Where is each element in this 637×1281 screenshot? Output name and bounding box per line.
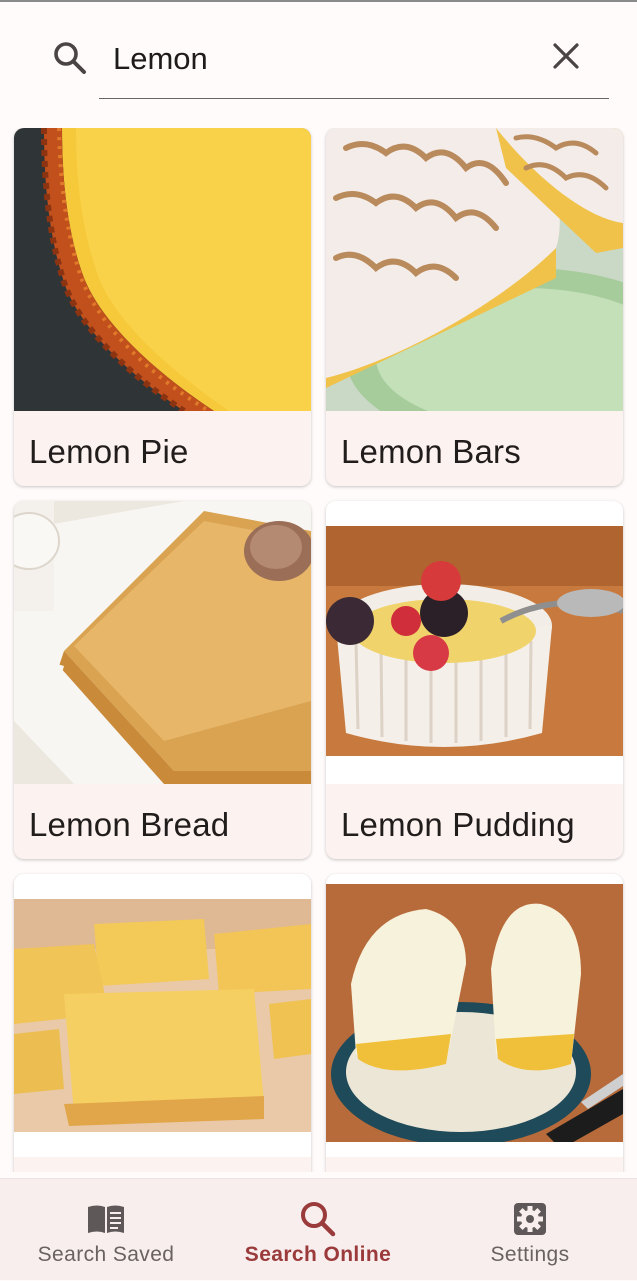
nav-search-online[interactable]: Search Online [212,1179,424,1281]
recipe-title: Lemon Pie [29,433,189,470]
bottom-navigation: Search Saved Search Online Settings [0,1178,637,1280]
nav-label: Search Saved [37,1243,175,1266]
book-icon [86,1199,126,1239]
recipe-photo [14,128,311,411]
search-input[interactable]: Lemon [113,40,208,78]
recipe-title: Lemon Pudding [341,806,575,843]
recipe-card-lemon-bars[interactable]: Lemon Bars [326,128,623,486]
recipe-photo [326,128,623,411]
recipe-photo [326,874,623,1157]
close-icon [552,42,580,75]
recipe-photo [326,501,623,784]
recipe-title: Lemon Bread [29,806,230,843]
recipe-title: Lemon Bars [341,433,521,470]
recipe-photo [14,501,311,784]
recipe-card[interactable] [14,874,311,1172]
recipe-card-lemon-pudding[interactable]: Lemon Pudding [326,501,623,859]
search-icon [52,40,88,76]
nav-label: Settings [490,1243,570,1266]
clear-search-button[interactable] [546,38,586,78]
recipe-photo [14,874,311,1157]
nav-search-saved[interactable]: Search Saved [0,1179,212,1281]
recipe-card-lemon-pie[interactable]: Lemon Pie [14,128,311,486]
nav-settings[interactable]: Settings [424,1179,636,1281]
recipe-results-grid: Lemon Pie Lemon Bars Lemon Bread Lemon P… [0,128,637,1172]
search-icon [298,1199,338,1239]
gear-icon [510,1199,550,1239]
search-underline [99,98,609,99]
nav-label: Search Online [244,1243,392,1266]
recipe-card-lemon-bread[interactable]: Lemon Bread [14,501,311,859]
search-bar: Lemon [0,2,637,114]
recipe-card[interactable] [326,874,623,1172]
